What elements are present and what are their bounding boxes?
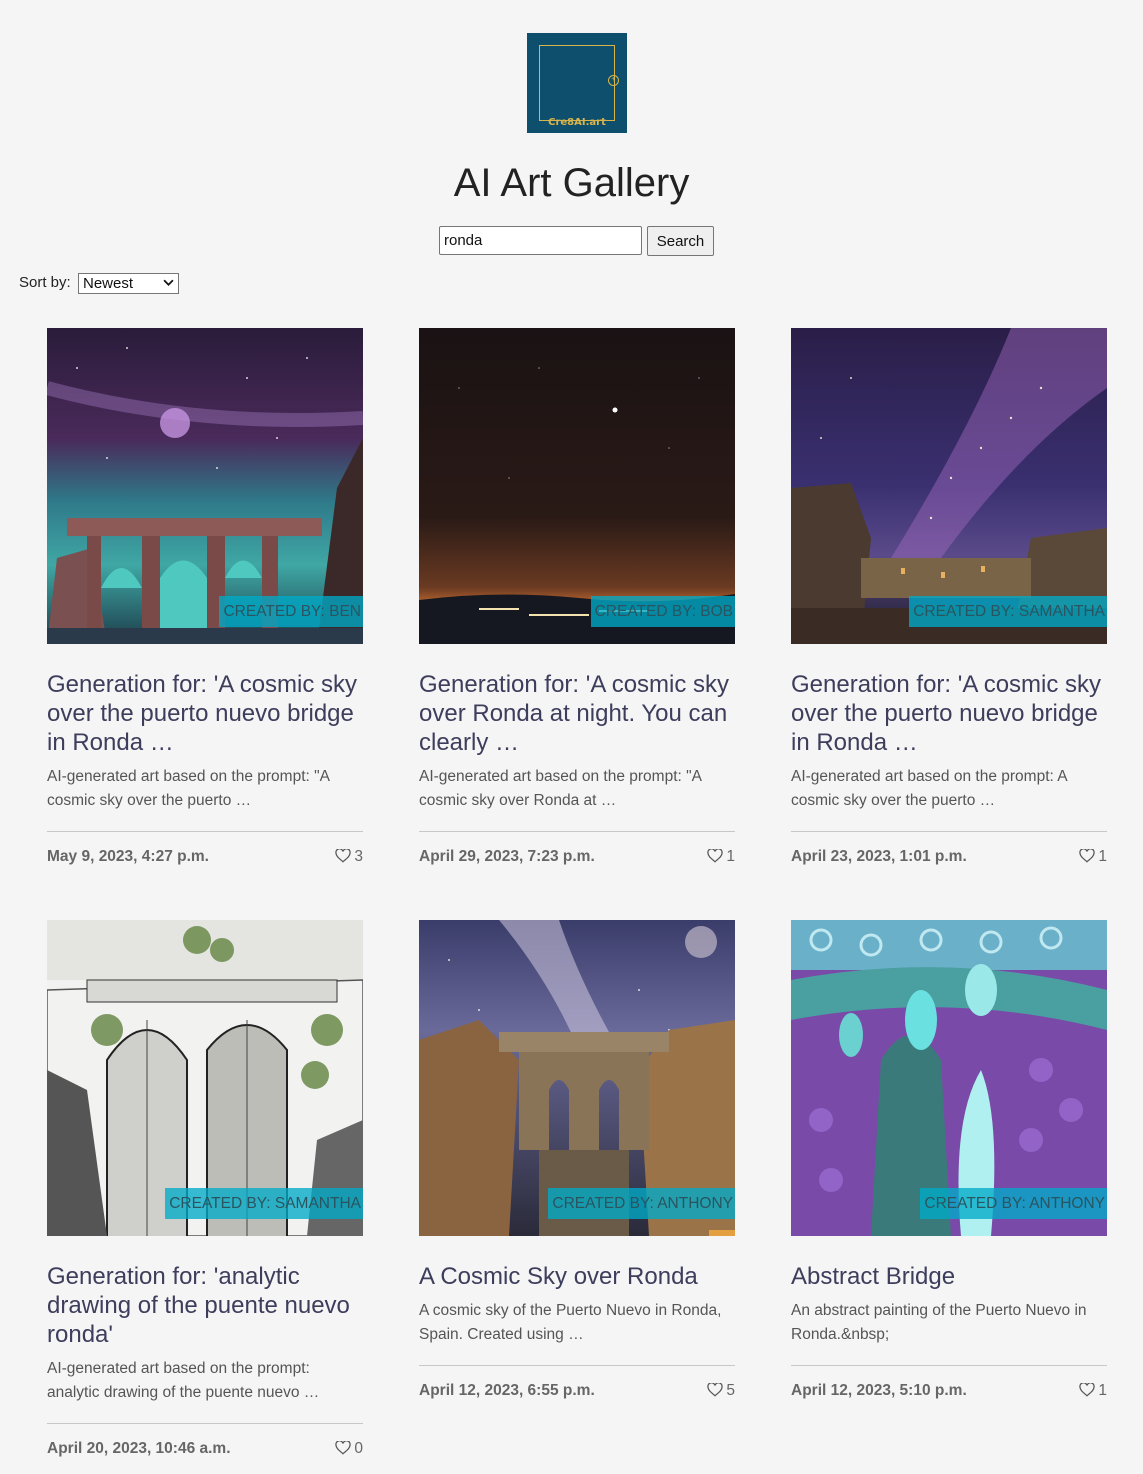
like-count: 1 — [1098, 848, 1107, 865]
creator-badge: Created by: Anthony — [920, 1188, 1107, 1219]
gallery-card[interactable]: Created by: Ben Generation for: 'A cosmi… — [47, 328, 363, 878]
card-divider — [791, 831, 1107, 832]
like-count: 5 — [726, 1382, 735, 1399]
gallery-card[interactable]: Created by: Anthony Abstract Bridge An a… — [791, 920, 1107, 1412]
card-date: April 29, 2023, 7:23 p.m. — [419, 848, 595, 865]
gallery-card[interactable]: Created by: Samantha Generation for: 'an… — [47, 920, 363, 1470]
card-description: AI-generated art based on the prompt: A … — [791, 768, 1067, 809]
card-date: April 23, 2023, 1:01 p.m. — [791, 848, 967, 865]
like-button[interactable]: 3 — [335, 848, 363, 866]
like-count: 0 — [354, 1440, 363, 1457]
sort-select[interactable]: Newest — [78, 273, 179, 294]
card-date: April 12, 2023, 6:55 p.m. — [419, 1382, 595, 1399]
card-image[interactable]: Created by: Anthony — [419, 920, 735, 1236]
creator-badge: Created by: Ben — [219, 596, 363, 627]
like-count: 1 — [726, 848, 735, 865]
site-logo[interactable]: + Cre8AI.art — [527, 33, 627, 133]
like-count: 1 — [1098, 1382, 1107, 1399]
card-title[interactable]: Generation for: 'A cosmic sky over Ronda… — [419, 670, 735, 757]
logo-plus-icon: + — [608, 75, 619, 86]
gallery-card[interactable]: Created by: Bob Generation for: 'A cosmi… — [419, 328, 735, 878]
card-meta: April 23, 2023, 1:01 p.m. 1 — [791, 844, 1107, 878]
card-divider — [419, 1365, 735, 1366]
card-date: April 20, 2023, 10:46 a.m. — [47, 1440, 231, 1457]
card-divider — [47, 831, 363, 832]
card-title[interactable]: Generation for: 'analytic drawing of the… — [47, 1262, 363, 1349]
heart-icon — [1079, 848, 1096, 863]
card-image[interactable]: Created by: Anthony — [791, 920, 1107, 1236]
like-button[interactable]: 1 — [1079, 848, 1107, 866]
heart-icon — [707, 848, 724, 863]
chevron-down-icon — [163, 279, 174, 286]
card-description: AI-generated art based on the prompt: an… — [47, 1360, 320, 1401]
card-description: AI-generated art based on the prompt: "A… — [419, 768, 702, 809]
card-description: An abstract painting of the Puerto Nuevo… — [791, 1302, 1087, 1343]
heart-icon — [1079, 1382, 1096, 1397]
creator-badge: Created by: Samantha — [165, 1188, 363, 1219]
search-button[interactable]: Search — [647, 226, 714, 256]
heart-icon — [335, 848, 352, 863]
logo-frame — [539, 45, 615, 121]
card-image[interactable]: Created by: Samantha — [791, 328, 1107, 644]
creator-badge: Created by: Samantha — [909, 596, 1107, 627]
card-description: AI-generated art based on the prompt: "A… — [47, 768, 330, 809]
card-image[interactable]: Created by: Ben — [47, 328, 363, 644]
card-title[interactable]: Abstract Bridge — [791, 1262, 1107, 1291]
gallery-card[interactable]: Created by: Anthony A Cosmic Sky over Ro… — [419, 920, 735, 1412]
card-meta: May 9, 2023, 4:27 p.m. 3 — [47, 844, 363, 878]
sort-label: Sort by: — [19, 274, 71, 291]
card-image[interactable]: Created by: Samantha — [47, 920, 363, 1236]
card-title[interactable]: Generation for: 'A cosmic sky over the p… — [791, 670, 1107, 757]
card-date: May 9, 2023, 4:27 p.m. — [47, 848, 209, 865]
like-button[interactable]: 0 — [335, 1440, 363, 1458]
card-meta: April 29, 2023, 7:23 p.m. 1 — [419, 844, 735, 878]
card-divider — [791, 1365, 1107, 1366]
card-meta: April 20, 2023, 10:46 a.m. 0 — [47, 1436, 363, 1470]
logo-text: Cre8AI.art — [548, 117, 606, 128]
card-divider — [419, 831, 735, 832]
like-button[interactable]: 1 — [1079, 1382, 1107, 1400]
heart-icon — [335, 1440, 352, 1455]
search-input[interactable] — [439, 226, 642, 255]
card-image[interactable]: Created by: Bob — [419, 328, 735, 644]
card-meta: April 12, 2023, 6:55 p.m. 5 — [419, 1378, 735, 1412]
card-divider — [47, 1423, 363, 1424]
creator-badge: Created by: Anthony — [548, 1188, 735, 1219]
heart-icon — [707, 1382, 724, 1397]
like-count: 3 — [354, 848, 363, 865]
card-date: April 12, 2023, 5:10 p.m. — [791, 1382, 967, 1399]
creator-badge: Created by: Bob — [590, 596, 735, 627]
sort-selected-value: Newest — [83, 275, 134, 292]
card-title[interactable]: Generation for: 'A cosmic sky over the p… — [47, 670, 363, 757]
page-title: AI Art Gallery — [453, 161, 690, 205]
like-button[interactable]: 5 — [707, 1382, 735, 1400]
card-description: A cosmic sky of the Puerto Nuevo in Rond… — [419, 1302, 722, 1343]
card-title[interactable]: A Cosmic Sky over Ronda — [419, 1262, 735, 1291]
like-button[interactable]: 1 — [707, 848, 735, 866]
gallery-card[interactable]: Created by: Samantha Generation for: 'A … — [791, 328, 1107, 878]
card-meta: April 12, 2023, 5:10 p.m. 1 — [791, 1378, 1107, 1412]
